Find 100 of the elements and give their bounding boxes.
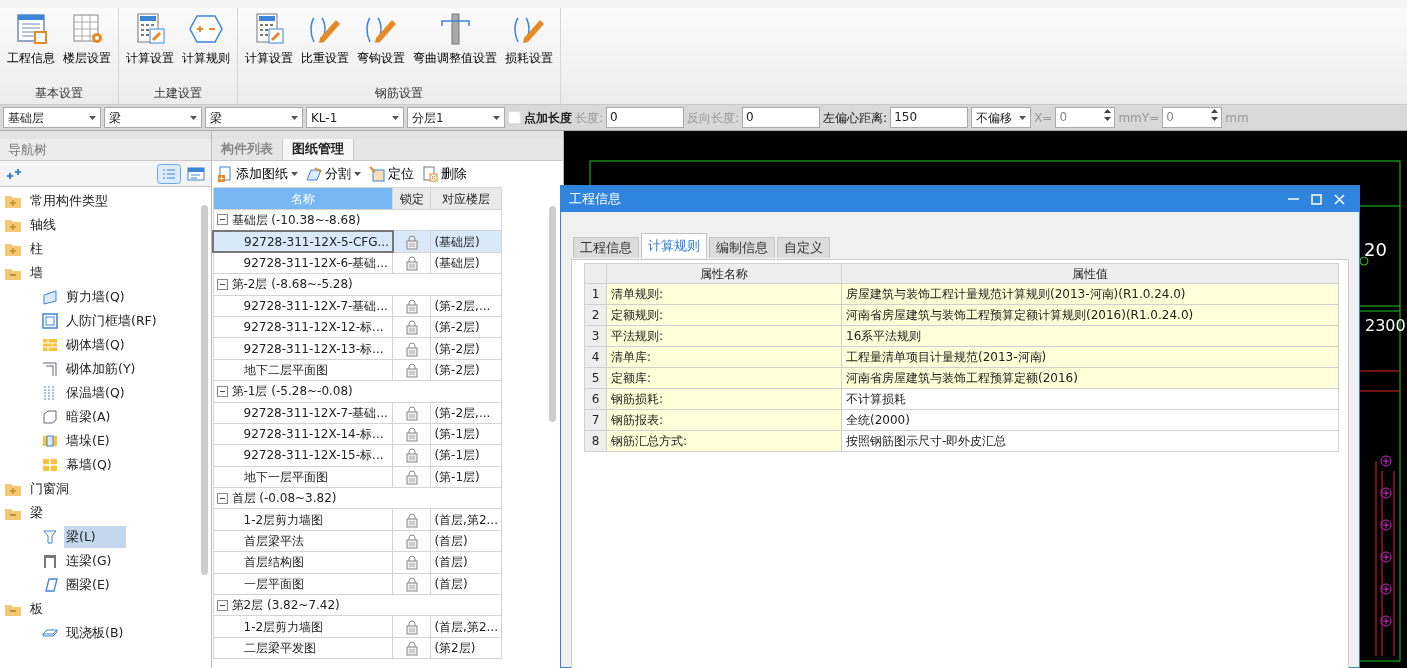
- table-cell[interactable]: 92728-311-12X-7-基础...: [213, 295, 393, 317]
- tree-item[interactable]: 墙垛(E): [64, 429, 114, 453]
- window-title: 工程信息: [569, 190, 621, 209]
- dropdown[interactable]: KL-1: [306, 107, 404, 128]
- table-cell[interactable]: 1-2层剪力墙图: [213, 508, 393, 531]
- ribbon-button[interactable]: 损耗设置: [502, 8, 556, 84]
- tree-item[interactable]: 梁(L): [64, 525, 126, 549]
- table-cell[interactable]: 全统(2000): [841, 409, 1339, 431]
- table-cell[interactable]: 按照钢筋图示尺寸-即外皮汇总: [841, 430, 1339, 452]
- table-cell[interactable]: 地下一层平面图: [213, 466, 393, 488]
- caret-icon: [392, 115, 399, 120]
- row-number: 6: [584, 388, 607, 410]
- toolbar-button[interactable]: 分割: [306, 164, 361, 184]
- table-cell: (首层,第2...: [430, 508, 502, 531]
- toolbar-button[interactable]: 删除: [422, 164, 467, 184]
- collapse-icon[interactable]: [216, 492, 228, 504]
- tab[interactable]: 图纸管理: [283, 139, 354, 160]
- group-row-label: 首层 (-0.08~3.82): [231, 490, 337, 508]
- column-header[interactable]: 锁定: [392, 187, 431, 210]
- collapse-icon[interactable]: [216, 214, 228, 226]
- table-cell[interactable]: 地下二层平面图: [213, 359, 393, 381]
- list-view-icon[interactable]: [157, 163, 181, 184]
- dropdown[interactable]: 基础层: [3, 107, 101, 128]
- table-cell[interactable]: 92728-311-12X-7-基础...: [213, 402, 393, 424]
- toolbar-button[interactable]: 添加图纸: [217, 164, 298, 184]
- panel-icon: [42, 457, 58, 473]
- tree-item[interactable]: 连梁(G): [64, 549, 116, 573]
- dropdown[interactable]: 分层1: [407, 107, 505, 128]
- table-cell[interactable]: 92728-311-12X-5-CFG...: [213, 230, 393, 253]
- table-cell[interactable]: 河南省房屋建筑与装饰工程预算定额(2016): [841, 367, 1339, 389]
- gate-icon: [42, 553, 58, 569]
- ribbon-button[interactable]: 比重设置: [298, 8, 352, 84]
- block-icon: [42, 409, 58, 425]
- tree-item[interactable]: 墙: [28, 261, 47, 285]
- field-label: mmY=: [1118, 109, 1160, 127]
- table-cell[interactable]: 河南省房屋建筑与装饰工程预算定额计算规则(2016)(R1.0.24.0): [841, 304, 1339, 326]
- table-cell[interactable]: 92728-311-12X-13-标...: [213, 337, 393, 360]
- checkbox[interactable]: [508, 111, 521, 124]
- dropdown[interactable]: 梁: [205, 107, 303, 128]
- scrollbar[interactable]: [549, 206, 556, 422]
- scrollbar[interactable]: [201, 205, 208, 575]
- tree-item[interactable]: 保温墙(Q): [64, 381, 129, 405]
- tab[interactable]: 计算规则: [641, 233, 707, 258]
- ribbon-button[interactable]: 计算设置: [242, 8, 296, 84]
- tree-item[interactable]: 砌体墙(Q): [64, 333, 129, 357]
- collapse-icon[interactable]: [216, 278, 228, 290]
- ribbon-button[interactable]: 楼层设置: [60, 8, 114, 84]
- table-cell[interactable]: 工程量清单项目计量规范(2013-河南): [841, 346, 1339, 368]
- ribbon-button[interactable]: 工程信息: [4, 8, 58, 84]
- tree-item[interactable]: 现浇板(B): [64, 621, 128, 645]
- table-cell[interactable]: 1-2层剪力墙图: [213, 615, 393, 638]
- table-cell: 钢筋损耗:: [606, 388, 842, 410]
- table-cell[interactable]: 92728-311-12X-12-标...: [213, 316, 393, 338]
- collapse-icon[interactable]: [216, 599, 228, 611]
- tree-item[interactable]: 常用构件类型: [28, 189, 112, 213]
- ribbon-button[interactable]: 弯钩设置: [354, 8, 408, 84]
- tree-item[interactable]: 圈梁(E): [64, 573, 114, 597]
- table-cell[interactable]: 不计算损耗: [841, 388, 1339, 410]
- dropdown[interactable]: 梁: [104, 107, 202, 128]
- input-field[interactable]: 150: [890, 107, 969, 128]
- field-label: 反向长度:: [687, 109, 740, 127]
- toolbar-button[interactable]: 定位: [369, 164, 414, 184]
- lock-icon: [405, 555, 418, 571]
- table-cell[interactable]: 二层梁平发图: [213, 637, 393, 659]
- tree-item[interactable]: 砌体加筋(Y): [64, 357, 140, 381]
- tab[interactable]: 自定义: [777, 237, 830, 258]
- ribbon-button[interactable]: 计算规则: [179, 8, 233, 84]
- tree-item[interactable]: 板: [28, 597, 47, 621]
- tree-item[interactable]: 门窗洞: [28, 477, 73, 501]
- table-cell[interactable]: 92728-311-12X-14-标...: [213, 423, 393, 445]
- tree-item[interactable]: 幕墙(Q): [64, 453, 116, 477]
- tree-item[interactable]: 剪力墙(Q): [64, 285, 129, 309]
- row-number: 2: [584, 304, 607, 326]
- table-cell[interactable]: 房屋建筑与装饰工程计量规范计算规则(2013-河南)(R1.0.24.0): [841, 283, 1339, 305]
- table-cell[interactable]: 一层平面图: [213, 573, 393, 595]
- tree-item[interactable]: 人防门框墙(RF): [64, 309, 161, 333]
- group-row-label: 第-1层 (-5.28~-0.08): [231, 383, 353, 401]
- ribbon-button[interactable]: 弯曲调整值设置: [410, 8, 500, 84]
- tab[interactable]: 工程信息: [573, 237, 639, 258]
- table-cell[interactable]: 首层梁平法: [213, 530, 393, 552]
- group-label: 钢筋设置: [374, 85, 424, 102]
- tree-item[interactable]: 暗梁(A): [64, 405, 115, 429]
- table-cell[interactable]: 92728-311-12X-6-基础...: [213, 252, 393, 274]
- tree-item[interactable]: 柱: [28, 237, 47, 261]
- window-view-icon[interactable]: [187, 165, 205, 182]
- table-cell[interactable]: 16系平法规则: [841, 325, 1339, 347]
- table-cell[interactable]: 首层结构图: [213, 551, 393, 574]
- field-label: 左偏心距离:: [823, 109, 888, 127]
- caret-icon: [1019, 115, 1027, 120]
- row-number: 5: [584, 367, 607, 389]
- ribbon-button[interactable]: 计算设置: [123, 8, 177, 84]
- wall-icon: [42, 289, 58, 305]
- column-header[interactable]: 对应楼层: [430, 187, 502, 210]
- dropdown[interactable]: 不偏移: [971, 107, 1032, 128]
- add-icon: [6, 167, 22, 180]
- table-cell[interactable]: 92728-311-12X-15-标...: [213, 444, 393, 467]
- tab[interactable]: 编制信息: [709, 237, 775, 258]
- tree-item[interactable]: 轴线: [28, 213, 60, 237]
- collapse-icon[interactable]: [216, 385, 228, 397]
- tree-item[interactable]: 梁: [28, 501, 47, 525]
